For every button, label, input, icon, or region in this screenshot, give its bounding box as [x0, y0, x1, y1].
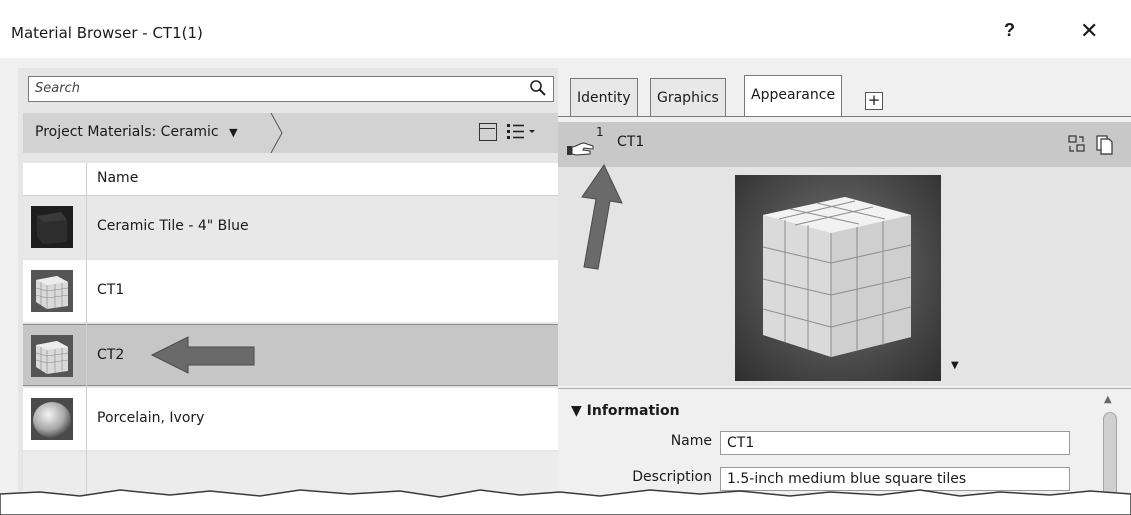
tab-appearance[interactable]: Appearance: [744, 75, 843, 116]
list-view-icon[interactable]: [507, 123, 537, 145]
search-input[interactable]: Search: [28, 76, 554, 102]
list-item-label: CT2: [97, 347, 125, 363]
tab-baseline: [558, 116, 1131, 117]
breadcrumb-separator-icon: [270, 113, 283, 153]
help-button[interactable]: ?: [1004, 20, 1015, 41]
breadcrumb[interactable]: Project Materials: Ceramic ▼: [35, 124, 238, 140]
asset-user-count: 1: [596, 125, 604, 139]
replace-asset-icon[interactable]: [1067, 134, 1087, 154]
material-thumbnail: [31, 335, 73, 377]
list-item-label: Ceramic Tile - 4" Blue: [97, 218, 249, 234]
list-item-label: Porcelain, Ivory: [97, 410, 205, 426]
title-bar: Material Browser - CT1(1) ? ✕: [0, 0, 1131, 58]
chevron-down-icon: ▼: [229, 126, 238, 139]
list-item[interactable]: CT1: [23, 260, 558, 322]
scroll-up-icon[interactable]: ▲: [1104, 394, 1112, 405]
section-divider: [558, 388, 1131, 389]
annotation-arrow-up-icon: [581, 164, 623, 270]
information-section-header[interactable]: ▼ Information: [571, 403, 680, 419]
breadcrumb-label: Project Materials: Ceramic: [35, 124, 219, 140]
add-tab-button[interactable]: +: [865, 92, 883, 110]
list-item-label: CT1: [97, 282, 125, 298]
description-label: Description: [632, 469, 712, 485]
material-browser-window: Material Browser - CT1(1) ? ✕ Search Pro…: [0, 0, 1131, 515]
panel-view-icon[interactable]: [479, 123, 497, 141]
asset-name: CT1: [617, 134, 645, 150]
list-item[interactable]: Porcelain, Ivory: [23, 388, 558, 450]
name-field[interactable]: CT1: [720, 431, 1070, 455]
close-button[interactable]: ✕: [1080, 18, 1098, 44]
library-breadcrumb-bar: Project Materials: Ceramic ▼: [23, 113, 558, 153]
list-header[interactable]: Name: [23, 163, 558, 196]
window-title: Material Browser - CT1(1): [11, 24, 203, 42]
annotation-arrow-left-icon: [150, 336, 255, 374]
tab-identity[interactable]: Identity: [570, 78, 638, 116]
search-icon[interactable]: [529, 79, 547, 103]
material-thumbnail: [31, 206, 73, 248]
duplicate-asset-icon[interactable]: [1095, 134, 1115, 156]
material-thumbnail: [31, 270, 73, 312]
torn-edge-decoration: [0, 489, 1131, 515]
material-thumbnail: [31, 398, 73, 440]
search-placeholder: Search: [35, 81, 80, 96]
hand-icon: [567, 142, 594, 156]
list-item[interactable]: Ceramic Tile - 4" Blue: [23, 196, 558, 258]
name-label: Name: [670, 433, 712, 449]
preview-dropdown-icon[interactable]: ▼: [951, 360, 959, 371]
tab-graphics[interactable]: Graphics: [650, 78, 726, 116]
column-name-header: Name: [97, 170, 139, 186]
material-preview[interactable]: [735, 175, 941, 381]
column-divider: [86, 163, 87, 515]
list-item-selected[interactable]: CT2: [23, 324, 558, 386]
